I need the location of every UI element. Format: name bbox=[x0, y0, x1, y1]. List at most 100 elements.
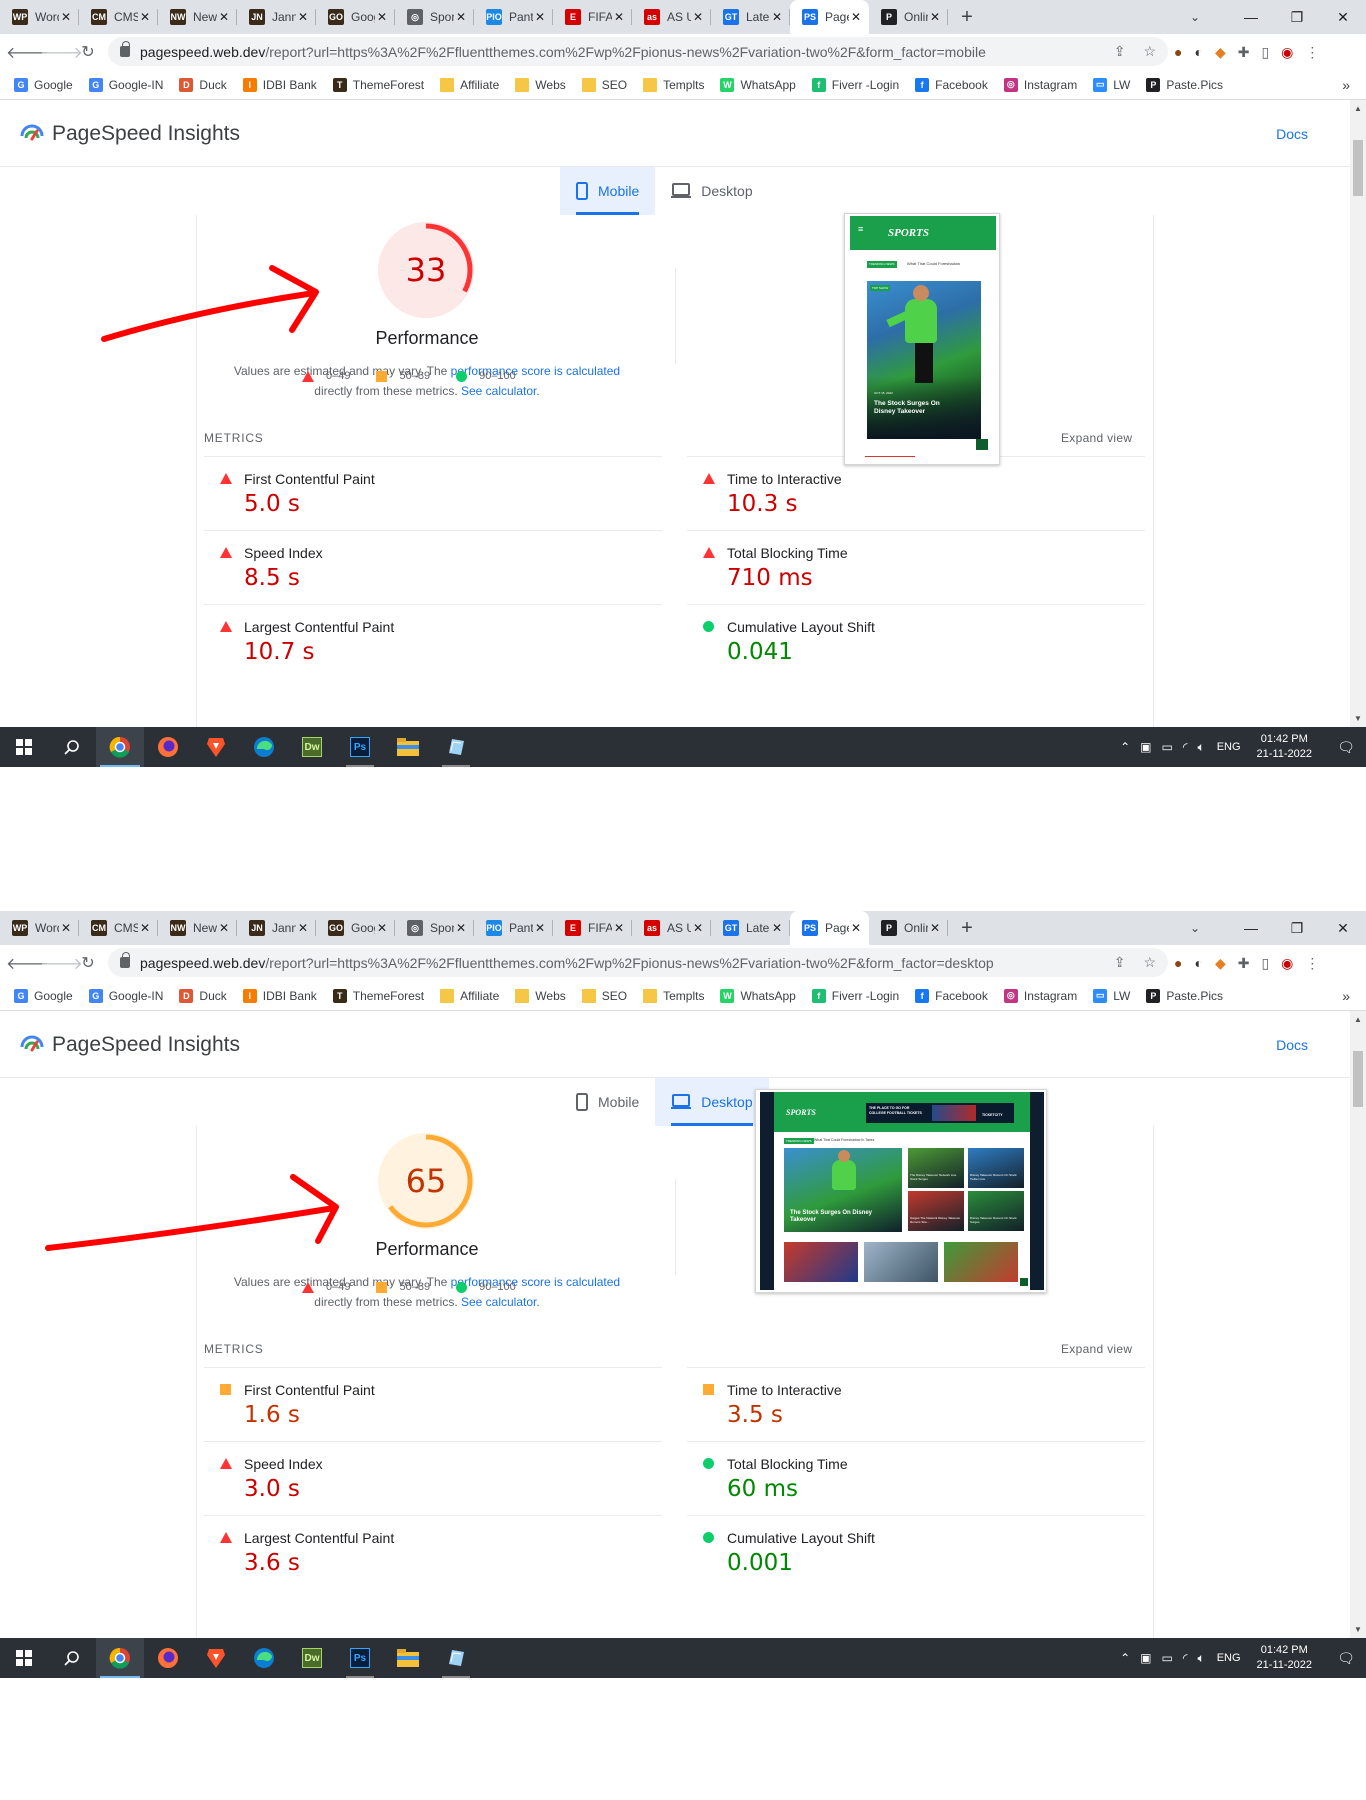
tab-close-icon[interactable]: ✕ bbox=[691, 10, 705, 24]
edge-icon[interactable] bbox=[240, 727, 288, 767]
bookmark-item[interactable]: Affiliate bbox=[440, 988, 499, 1003]
bookmark-item[interactable]: SEO bbox=[581, 77, 627, 92]
wifi-icon[interactable]: ◜ bbox=[1183, 1651, 1188, 1666]
scroll-up-icon[interactable]: ▲ bbox=[1354, 104, 1362, 113]
tab-close-icon[interactable]: ✕ bbox=[217, 10, 231, 24]
bookmark-item[interactable]: I IDBI Bank bbox=[242, 988, 317, 1003]
bookmarks-more-icon[interactable]: » bbox=[1342, 988, 1350, 1004]
restore-button[interactable]: ❐ bbox=[1274, 9, 1320, 26]
browser-tab[interactable]: NW News✕ bbox=[158, 0, 237, 34]
tab-close-icon[interactable]: ✕ bbox=[612, 10, 626, 24]
browser-tab[interactable]: GO Goog✕ bbox=[316, 0, 395, 34]
new-tab-button[interactable]: + bbox=[948, 911, 986, 945]
bookmark-item[interactable]: G Google bbox=[14, 77, 73, 92]
bookmark-item[interactable]: W WhatsApp bbox=[720, 77, 796, 92]
tab-close-icon[interactable]: ✕ bbox=[454, 10, 468, 24]
docs-link[interactable]: Docs bbox=[1276, 126, 1308, 142]
tab-close-icon[interactable]: ✕ bbox=[138, 921, 152, 935]
tab-close-icon[interactable]: ✕ bbox=[375, 921, 389, 935]
search-icon[interactable] bbox=[48, 1638, 96, 1678]
bookmark-star-icon[interactable]: ☆ bbox=[1143, 954, 1156, 971]
scroll-up-icon[interactable]: ▲ bbox=[1354, 1015, 1362, 1024]
page-scrollbar[interactable]: ▲ ▼ bbox=[1350, 100, 1366, 727]
forward-arrow-icon[interactable]: 🡒 bbox=[40, 953, 83, 974]
bookmark-item[interactable]: T ThemeForest bbox=[332, 77, 424, 92]
tab-close-icon[interactable]: ✕ bbox=[612, 921, 626, 935]
browser-tab[interactable]: PIO Panto✕ bbox=[474, 0, 553, 34]
bookmark-item[interactable]: f Fiverr -Login bbox=[811, 77, 899, 92]
tab-close-icon[interactable]: ✕ bbox=[59, 10, 73, 24]
bookmark-item[interactable]: I IDBI Bank bbox=[242, 77, 317, 92]
tab-close-icon[interactable]: ✕ bbox=[849, 921, 863, 935]
browser-tab[interactable]: P Onlin✕ bbox=[869, 0, 948, 34]
tab-close-icon[interactable]: ✕ bbox=[928, 921, 942, 935]
scroll-thumb[interactable] bbox=[1353, 140, 1363, 196]
notepad-icon[interactable] bbox=[432, 727, 480, 767]
bookmark-item[interactable]: P Paste.Pics bbox=[1146, 988, 1223, 1003]
browser-tab[interactable]: JN Janni✕ bbox=[237, 0, 316, 34]
bookmark-item[interactable]: ▭ LW bbox=[1093, 77, 1130, 92]
tab-search-icon[interactable]: ⌄ bbox=[1180, 0, 1210, 34]
dreamweaver-icon[interactable]: Dw bbox=[288, 1638, 336, 1678]
browser-tab[interactable]: PS Page✕ bbox=[790, 911, 869, 945]
puzzle-icon[interactable]: ✚ bbox=[1238, 955, 1250, 972]
chrome-icon[interactable] bbox=[96, 1638, 144, 1678]
bookmark-item[interactable]: f Fiverr -Login bbox=[811, 988, 899, 1003]
brave-icon[interactable] bbox=[192, 727, 240, 767]
back-arrow-icon[interactable]: 🡐 bbox=[6, 42, 49, 63]
tab-close-icon[interactable]: ✕ bbox=[770, 10, 784, 24]
kebab-menu-icon[interactable]: ⋮ bbox=[1305, 955, 1319, 972]
back-arrow-icon[interactable]: 🡐 bbox=[6, 953, 49, 974]
url-input[interactable]: pagespeed.web.dev/report?url=https%3A%2F… bbox=[108, 37, 1168, 66]
extension-icon[interactable]: ◐ bbox=[1194, 955, 1202, 971]
bookmark-item[interactable]: f Facebook bbox=[915, 988, 988, 1003]
bookmark-item[interactable]: Webs bbox=[515, 77, 566, 92]
notification-icon[interactable]: 🗨︎ bbox=[1326, 739, 1366, 756]
bookmark-item[interactable]: W WhatsApp bbox=[720, 988, 796, 1003]
bookmark-item[interactable]: G Google bbox=[14, 988, 73, 1003]
forward-arrow-icon[interactable]: 🡒 bbox=[40, 42, 83, 63]
share-icon[interactable]: ⇪ bbox=[1114, 954, 1126, 971]
kebab-menu-icon[interactable]: ⋮ bbox=[1305, 44, 1319, 61]
browser-tab[interactable]: GO Goog✕ bbox=[316, 911, 395, 945]
bookmark-item[interactable]: D Duck bbox=[179, 988, 227, 1003]
puzzle-icon[interactable]: ✚ bbox=[1238, 44, 1250, 61]
browser-tab[interactable]: PS Page✕ bbox=[790, 0, 869, 34]
battery-icon[interactable]: ▭ bbox=[1162, 1651, 1173, 1666]
bookmark-item[interactable]: Affiliate bbox=[440, 77, 499, 92]
wifi-icon[interactable]: ◜ bbox=[1183, 740, 1188, 755]
expand-view-button[interactable]: Expand view bbox=[1061, 431, 1132, 445]
lock-icon[interactable] bbox=[120, 41, 130, 57]
reload-icon[interactable]: ↻ bbox=[74, 953, 102, 973]
browser-tab[interactable]: ◎ Sport✕ bbox=[395, 0, 474, 34]
browser-tab[interactable]: JN Janni✕ bbox=[237, 911, 316, 945]
bookmark-item[interactable]: ◎ Instagram bbox=[1003, 988, 1077, 1003]
browser-tab[interactable]: PIO Panto✕ bbox=[474, 911, 553, 945]
lock-icon[interactable] bbox=[120, 952, 130, 968]
browser-tab[interactable]: P Onlin✕ bbox=[869, 911, 948, 945]
clock[interactable]: 01:42 PM 21-11-2022 bbox=[1257, 1643, 1312, 1673]
tray-chevron-icon[interactable]: ⌃ bbox=[1120, 1651, 1130, 1666]
bookmark-item[interactable]: SEO bbox=[581, 988, 627, 1003]
windows-start-icon[interactable] bbox=[0, 727, 48, 767]
scroll-thumb[interactable] bbox=[1353, 1051, 1363, 1107]
bookmark-item[interactable]: ◎ Instagram bbox=[1003, 77, 1077, 92]
new-tab-button[interactable]: + bbox=[948, 0, 986, 34]
battery-icon[interactable]: ▭ bbox=[1162, 740, 1173, 755]
cookie-extension-icon[interactable]: ● bbox=[1174, 44, 1182, 60]
bookmark-item[interactable]: P Paste.Pics bbox=[1146, 77, 1223, 92]
dreamweaver-icon[interactable]: Dw bbox=[288, 727, 336, 767]
bookmark-item[interactable]: G Google-IN bbox=[88, 988, 163, 1003]
expand-view-button[interactable]: Expand view bbox=[1061, 1342, 1132, 1356]
see-calculator-link[interactable]: See calculator. bbox=[461, 1295, 540, 1309]
reload-icon[interactable]: ↻ bbox=[74, 42, 102, 62]
notepad-icon[interactable] bbox=[432, 1638, 480, 1678]
docs-link[interactable]: Docs bbox=[1276, 1037, 1308, 1053]
file-explorer-icon[interactable] bbox=[384, 1638, 432, 1678]
tab-close-icon[interactable]: ✕ bbox=[533, 921, 547, 935]
close-window-button[interactable]: ✕ bbox=[1320, 9, 1366, 26]
firefox-icon[interactable] bbox=[144, 727, 192, 767]
page-scrollbar[interactable]: ▲ ▼ bbox=[1350, 1011, 1366, 1638]
profile-avatar-icon[interactable]: ◉ bbox=[1281, 44, 1293, 61]
tab-desktop[interactable]: Desktop bbox=[655, 167, 768, 215]
